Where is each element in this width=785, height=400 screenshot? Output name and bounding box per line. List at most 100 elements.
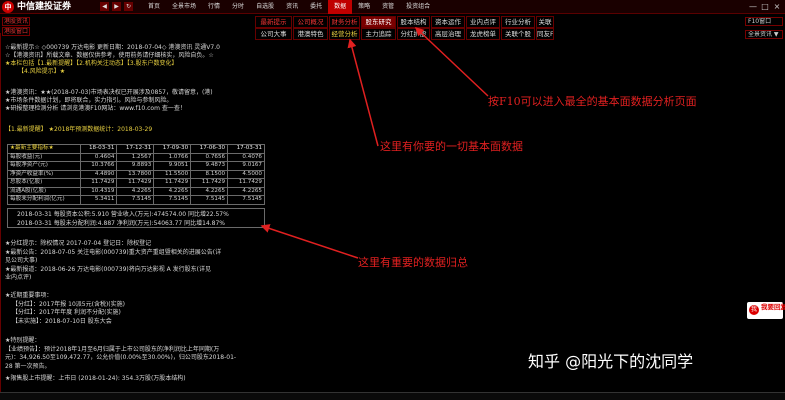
menu-item[interactable]: 分时 — [226, 0, 250, 14]
tab-tabs-row2-8[interactable]: 同友F10 — [536, 28, 554, 40]
refresh-icon[interactable]: ↻ — [124, 2, 133, 11]
menu-item[interactable]: 资管 — [376, 0, 400, 14]
tab-tabs-row1-1[interactable]: 公司概况 — [293, 16, 328, 28]
reminder-line: ★特别提醒： — [5, 337, 41, 344]
block-line: ★最新报道：2018-06-26 万达电影(000739)将向万达影视 A 发行… — [5, 266, 212, 273]
tab-tabs-row2-4[interactable]: 分红扩股 — [397, 28, 430, 40]
info-source-select[interactable]: 全景资讯 ▼ — [745, 30, 783, 39]
block-line: 见公司大事) — [5, 257, 38, 264]
menu-item[interactable]: 投资组合 — [400, 0, 436, 14]
table-cell: 0.4076 — [227, 152, 265, 162]
table-header-cell: 17-12-31 — [116, 144, 155, 154]
table-cell: 1.2567 — [116, 152, 155, 162]
tab-tabs-row1-7[interactable]: 行业分析 — [501, 16, 535, 28]
left-strip-divider — [0, 33, 1, 393]
summary-line: 2018-03-31 每股资本公积:5.910 营业收入(万元):474574.… — [17, 211, 229, 218]
left-strip-item-hk-window[interactable]: 港股窗口 — [2, 27, 30, 36]
table-cell: 9.9051 — [153, 161, 192, 171]
table-cell: 11.5500 — [153, 169, 192, 179]
events-line: 【未实施】：2018-07-10日 股东大会 — [12, 318, 112, 325]
tab-tabs-row2-1[interactable]: 港澳特色 — [293, 28, 328, 40]
tab-tabs-row1-8[interactable]: 关联 — [536, 16, 554, 28]
tab-tabs-row1-3[interactable]: 股东研究 — [361, 16, 396, 28]
tab-tabs-row2-0[interactable]: 公司大事 — [255, 28, 292, 40]
menu-item[interactable]: 数据 — [328, 0, 353, 14]
table-cell: 7.5145 — [227, 195, 265, 205]
reply-icon: 我 — [749, 305, 759, 315]
table-cell: 11.7429 — [190, 178, 229, 188]
table-cell: 5.3411 — [79, 195, 118, 205]
table-cell: 11.7429 — [79, 178, 118, 188]
status-bar — [0, 392, 785, 400]
menu-item[interactable]: 策略 — [352, 0, 376, 14]
tab-tabs-row2-5[interactable]: 高层治理 — [431, 28, 465, 40]
title-bar: 中 中信建投证券 ◀ ▶ ↻ 首页 全景市场 行情 分时 自选股 资讯 委托 数据 策略 资管 投资… — [0, 0, 785, 14]
table-cell: 11.7429 — [153, 178, 192, 188]
table-header-cell: 18-03-31 — [79, 144, 118, 154]
table-cell: 每股净资产(元) — [7, 161, 81, 171]
reply-badge[interactable]: 我 我要回复 — [747, 302, 785, 319]
menu-item[interactable]: 资讯 — [280, 0, 304, 14]
table-cell: 4.4890 — [79, 169, 118, 179]
table-cell: 1.0766 — [153, 152, 192, 162]
back-arrow-icon[interactable]: ◀ — [100, 2, 109, 11]
app-title: 中信建投证券 — [17, 2, 72, 12]
table-cell: 总股本(亿股) — [7, 178, 81, 188]
menu-item[interactable]: 自选股 — [250, 0, 280, 14]
f10-window-button[interactable]: F10窗口 — [745, 17, 783, 26]
tab-tabs-row2-3[interactable]: 主力追踪 — [361, 28, 396, 40]
table-header-cell: 17-06-30 — [190, 144, 229, 154]
notice-line: ★港澳资讯：★★(2018-07-03)市场表决权已开展涉及0857，敬请留意，… — [5, 89, 213, 96]
table-cell: 9.0167 — [227, 161, 265, 171]
table-header-cell: ★最新主要指标★ — [7, 144, 81, 154]
reminder-line: ★限售股上市提醒：上市日 (2018-01-24): 354.3万股(万股本结构… — [5, 375, 186, 382]
menu-item[interactable]: 全景市场 — [166, 0, 202, 14]
tab-tabs-row1-2[interactable]: 财务分析 — [329, 16, 360, 28]
annotation-summary: 这里有重要的数据归总 — [358, 256, 468, 269]
table-header-row: ★最新主要指标★ 18-03-31 17-12-31 17-09-30 17-06-30… — [7, 144, 265, 154]
menu-item[interactable]: 首页 — [142, 0, 166, 14]
table-cell: 4.5000 — [227, 169, 265, 179]
notice-line: ★研报整理检测分析 请浏览港澳F10网站：www.f10.com 查一查！ — [5, 105, 186, 112]
reminder-line: 【业绩预告】：预计2018年1月至6月归属于上市公司股东的净利润比上年同期(万 — [5, 346, 220, 353]
forward-arrow-icon[interactable]: ▶ — [112, 2, 121, 11]
tab-tabs-row1-0[interactable]: 最新提示 — [255, 16, 292, 28]
table-cell: 4.2265 — [116, 186, 155, 196]
block-line: ★最新公告：2018-07-05 关注电影(000739)重大资产重组暨相关的进… — [5, 249, 222, 256]
close-icon[interactable]: × — [772, 2, 782, 12]
tab-tabs-row2-2[interactable]: 经营分析 — [329, 28, 360, 40]
table-cell: 9.4873 — [190, 161, 229, 171]
table-cell: 4.2265 — [153, 186, 192, 196]
table-cell: 10.3766 — [79, 161, 118, 171]
table-header-cell: 17-09-30 — [153, 144, 192, 154]
maximize-icon[interactable]: □ — [760, 2, 770, 12]
table-row: 流通A股(亿股) 10.4319 4.2265 4.2265 4.2265 4.2265 — [7, 186, 265, 196]
tab-tabs-row1-5[interactable]: 资本运作 — [431, 16, 465, 28]
reminder-line: 28 第一次预告。 — [5, 363, 51, 370]
header-line: ☆最新提示☆ ◇000739 万达电影 更新日期：2018-07-04◇ 港澳资… — [5, 44, 220, 51]
menu-item[interactable]: 委托 — [304, 0, 328, 14]
table-cell: 流通A股(亿股) — [7, 186, 81, 196]
tab-tabs-row1-6[interactable]: 业内点评 — [466, 16, 500, 28]
table-cell: 13.7800 — [116, 169, 155, 179]
block-line: ★分红提示：除权情况 2017-07-04 登记日：除权登记 — [5, 240, 152, 247]
table-row: 每股收益(元) 0.4604 1.2567 1.0766 0.7656 0.4076 — [7, 152, 265, 162]
left-strip-item-hk-news[interactable]: 港股资讯 — [2, 17, 30, 26]
table-cell: 8.1500 — [190, 169, 229, 179]
tab-tabs-row2-7[interactable]: 关联个股 — [501, 28, 535, 40]
table-cell: 4.2265 — [227, 186, 265, 196]
arrow-to-basic-data — [347, 38, 379, 147]
reply-label: 我要回复 — [761, 303, 785, 311]
table-row: 每股净资产(元) 10.3766 9.8893 9.9051 9.4873 9.0167 — [7, 161, 265, 171]
annotation-basic-data: 这里有你要的一切基本面数据 — [380, 140, 523, 153]
table-cell: 4.2265 — [190, 186, 229, 196]
tab-tabs-row2-6[interactable]: 龙虎榜单 — [466, 28, 500, 40]
events-line: 【分红】：2017年年度 利润不分配(实施) — [12, 309, 121, 316]
table-cell: 10.4319 — [79, 186, 118, 196]
tab-tabs-row1-4[interactable]: 股本结构 — [397, 16, 430, 28]
menu-item[interactable]: 行情 — [202, 0, 226, 14]
table-header-cell: 17-03-31 — [227, 144, 265, 154]
minimize-icon[interactable]: — — [748, 2, 758, 12]
table-cell: 每股未分配利润(亿元) — [7, 195, 81, 205]
table-cell: 0.7656 — [190, 152, 229, 162]
